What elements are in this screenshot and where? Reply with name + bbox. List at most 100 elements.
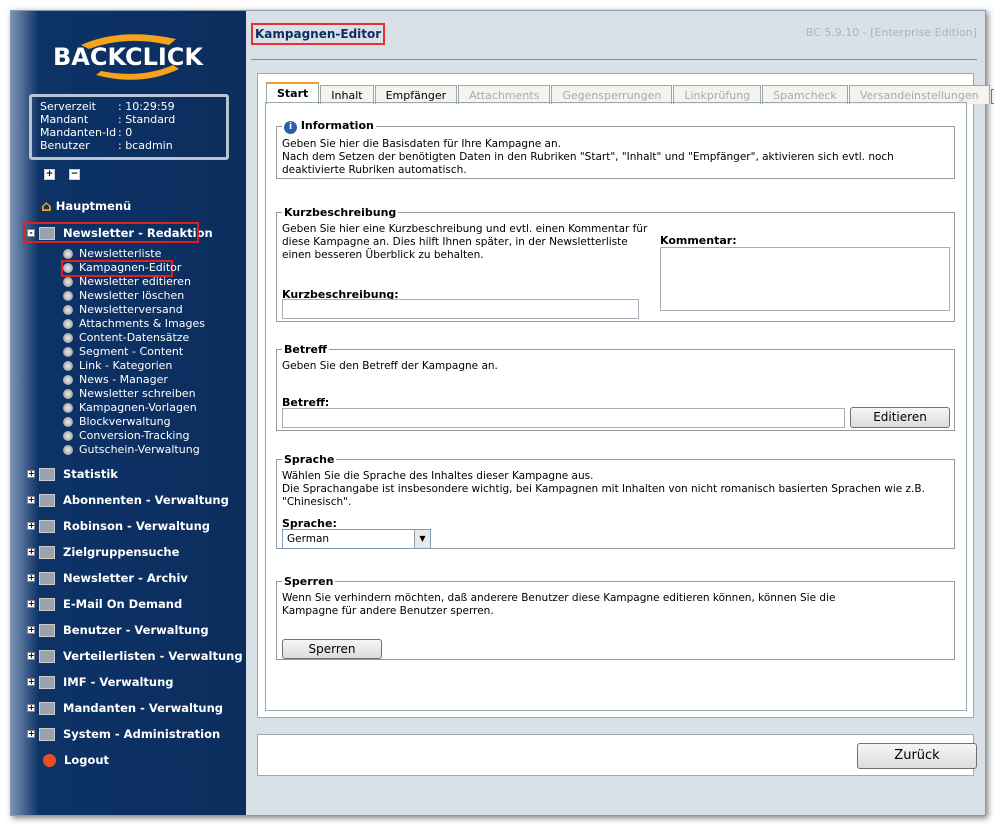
nav-sub-item[interactable]: Attachments & Images — [63, 317, 205, 330]
nav-hauptmenu[interactable]: ⌂ Hauptmenü — [41, 197, 131, 215]
bullet-icon — [63, 416, 73, 427]
tab-bar: Start Inhalt Empfänger Attachments Gegensper… — [266, 82, 994, 104]
select-value: German — [287, 533, 330, 545]
nav-sub-item[interactable]: Link - Kategorien — [63, 359, 172, 372]
nav-sub-item[interactable]: Newsletter löschen — [63, 289, 184, 302]
nav-sub-item[interactable]: Kampagnen-Editor — [63, 261, 181, 274]
nav-label: IMF - Verwaltung — [63, 675, 174, 689]
nav-label: Zielgruppensuche — [63, 545, 180, 559]
help-text: Die Sprachangabe ist insbesondere wichti… — [282, 483, 925, 508]
folder-icon — [39, 571, 55, 585]
bullet-icon — [63, 346, 73, 357]
bullet-icon — [63, 262, 73, 273]
nav-label: Verteilerlisten - Verwaltung — [63, 649, 243, 663]
section-legend: i Information — [282, 119, 376, 134]
help-text: Geben Sie hier eine Kurzbeschreibung und… — [282, 223, 648, 261]
bullet-icon — [63, 444, 73, 455]
sidebar: BACKCLICK Serverzeit: 10:29:59 Mandant: … — [11, 11, 246, 815]
expand-icon: + — [27, 573, 35, 582]
section-legend: Sperren — [284, 575, 334, 588]
nav-section[interactable]: + IMF - Verwaltung — [27, 675, 174, 689]
bullet-icon — [63, 276, 73, 287]
information-section: i Information Geben Sie hier die Basisda… — [276, 119, 955, 179]
bullet-icon — [63, 332, 73, 343]
nav-sub-item[interactable]: Newsletter editieren — [63, 275, 191, 288]
collapse-all-button[interactable]: − — [69, 169, 80, 180]
sperren-section: Sperren Wenn Sie verhindern möchten, daß… — [276, 575, 955, 660]
nav-sub-label: Newsletter löschen — [79, 289, 185, 302]
expand-icon: + — [27, 729, 35, 738]
nav-sub-label: Link - Kategorien — [79, 359, 173, 372]
footer-bar: Zurück — [257, 734, 977, 776]
nav-sub-item[interactable]: Segment - Content — [63, 345, 183, 358]
nav-sub-item[interactable]: Content-Datensätze — [63, 331, 189, 344]
nav-sub-item[interactable]: Newsletter schreiben — [63, 387, 196, 400]
nav-sub-item[interactable]: Newsletterversand — [63, 303, 183, 316]
editor-panel: Start Inhalt Empfänger Attachments Gegensper… — [257, 73, 994, 718]
nav-section[interactable]: + Verteilerlisten - Verwaltung — [27, 649, 243, 663]
zurueck-button[interactable]: Zurück — [857, 743, 977, 769]
nav-sub-label: Kampagnen-Vorlagen — [79, 401, 197, 414]
nav-sub-item[interactable]: Newsletterliste — [63, 247, 161, 260]
nav-section[interactable]: + System - Administration — [27, 727, 220, 741]
section-legend: Betreff — [284, 343, 327, 356]
nav-section[interactable]: + Newsletter - Archiv — [27, 571, 188, 585]
section-legend: Sprache — [284, 453, 335, 466]
nav-sub-item[interactable]: Conversion-Tracking — [63, 429, 189, 442]
expand-icon: + — [27, 547, 35, 556]
betreff-input[interactable] — [282, 408, 845, 428]
help-text: Wenn Sie verhindern möchten, daß anderer… — [282, 592, 836, 617]
nav-section[interactable]: + Mandanten - Verwaltung — [27, 701, 223, 715]
kommentar-textarea[interactable] — [660, 247, 950, 311]
nav-section[interactable]: + Abonnenten - Verwaltung — [27, 493, 229, 507]
nav-section[interactable]: + E-Mail On Demand — [27, 597, 182, 611]
info-key: Serverzeit — [40, 100, 96, 113]
highlight-box — [23, 222, 199, 243]
editieren-button[interactable]: Editieren — [850, 407, 950, 428]
nav-sub-label: Conversion-Tracking — [79, 429, 190, 442]
expand-icon: + — [27, 651, 35, 660]
nav-section[interactable]: + Zielgruppensuche — [27, 545, 179, 559]
bullet-icon — [63, 388, 73, 399]
nav-sub-label: Gutschein-Verwaltung — [79, 443, 200, 456]
server-info-box: Serverzeit: 10:29:59 Mandant: Standard M… — [29, 94, 229, 160]
nav-label: Abonnenten - Verwaltung — [63, 493, 229, 507]
nav-label: Hauptmenü — [55, 199, 132, 213]
sprache-select[interactable]: German ▼ — [282, 529, 431, 549]
nav-label: Statistik — [63, 467, 118, 481]
sprache-section: Sprache Wählen Sie die Sprache des Inhal… — [276, 453, 955, 549]
expand-all-button[interactable]: + — [44, 169, 55, 180]
expand-icon: + — [27, 625, 35, 634]
bullet-icon — [63, 304, 73, 315]
expand-icon: + — [27, 495, 35, 504]
section-legend: Kurzbeschreibung — [284, 206, 397, 219]
kurzbeschreibung-input[interactable] — [282, 299, 639, 319]
bullet-icon — [63, 290, 73, 301]
expand-icon: + — [27, 677, 35, 686]
nav-sub-item[interactable]: News - Manager — [63, 373, 168, 386]
svg-text:BACKCLICK: BACKCLICK — [53, 43, 204, 71]
folder-icon — [39, 467, 55, 481]
scroll-left-icon[interactable]: ◀ — [990, 89, 994, 104]
nav-sub-label: News - Manager — [79, 373, 168, 386]
help-text: Geben Sie den Betreff der Kampagne an. — [282, 360, 498, 372]
info-value: : 10:29:59 — [118, 100, 175, 113]
nav-section[interactable]: + Statistik — [27, 467, 118, 481]
folder-icon — [39, 545, 55, 559]
nav-sub-item[interactable]: Blockverwaltung — [63, 415, 171, 428]
nav-sub-item[interactable]: Kampagnen-Vorlagen — [63, 401, 197, 414]
nav-section[interactable]: + Benutzer - Verwaltung — [27, 623, 209, 637]
nav-sub-item[interactable]: Gutschein-Verwaltung — [63, 443, 200, 456]
folder-icon — [39, 727, 55, 741]
nav-sub-label: Newsletterversand — [79, 303, 183, 316]
folder-icon — [39, 493, 55, 507]
nav-logout[interactable]: Logout — [43, 753, 109, 767]
folder-icon — [39, 519, 55, 533]
nav-sub-label: Blockverwaltung — [79, 415, 171, 428]
nav-label: System - Administration — [63, 727, 221, 741]
sperren-button[interactable]: Sperren — [282, 639, 382, 659]
page-title: Kampagnen-Editor — [251, 23, 386, 45]
nav-label: Benutzer - Verwaltung — [63, 623, 209, 637]
nav-section[interactable]: + Robinson - Verwaltung — [27, 519, 210, 533]
tab-start[interactable]: Start — [266, 82, 320, 104]
